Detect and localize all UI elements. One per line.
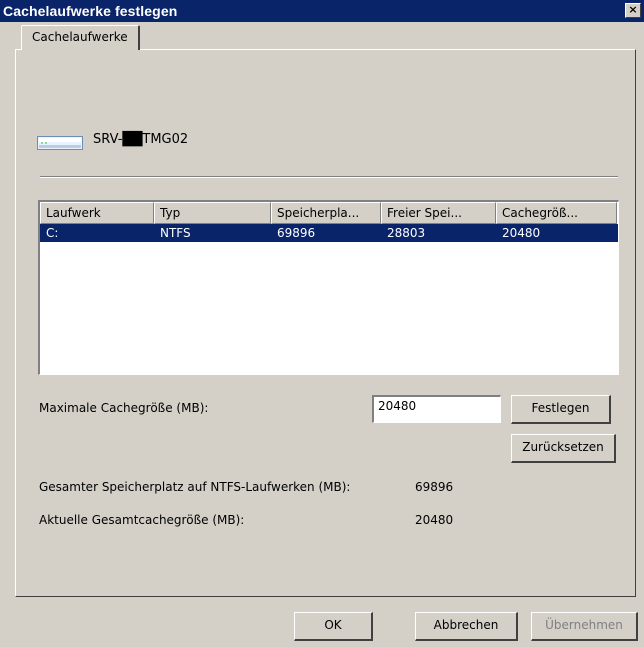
ok-button[interactable]: OK bbox=[294, 612, 373, 641]
window-title: Cachelaufwerke festlegen bbox=[3, 3, 178, 19]
column-header-cachegroesse[interactable]: Cachegröß... bbox=[496, 202, 617, 224]
column-header-laufwerk[interactable]: Laufwerk bbox=[40, 202, 154, 224]
tab-label: Cachelaufwerke bbox=[32, 30, 128, 44]
tab-cachelaufwerke[interactable]: Cachelaufwerke bbox=[21, 25, 140, 50]
cache-total-value: 20480 bbox=[415, 513, 454, 527]
set-button[interactable]: Festlegen bbox=[511, 395, 611, 424]
cell-cachegroesse: 20480 bbox=[502, 226, 541, 240]
server-name: SRV-██TMG02 bbox=[93, 132, 189, 147]
listview-header: Laufwerk Typ Speicherpla... Freier Spei.… bbox=[40, 202, 618, 224]
cancel-button[interactable]: Abbrechen bbox=[415, 612, 518, 641]
title-bar: Cachelaufwerke festlegen × bbox=[0, 0, 644, 22]
drives-listview[interactable]: Laufwerk Typ Speicherpla... Freier Spei.… bbox=[38, 200, 619, 375]
cell-laufwerk: C: bbox=[46, 226, 59, 240]
apply-button[interactable]: Übernehmen bbox=[531, 612, 638, 641]
table-row[interactable]: C: NTFS 69896 28803 20480 bbox=[40, 224, 618, 242]
separator bbox=[40, 176, 618, 178]
max-cache-label: Maximale Cachegröße (MB): bbox=[39, 401, 209, 415]
reset-button[interactable]: Zurücksetzen bbox=[511, 434, 616, 463]
max-cache-input[interactable]: 20480 bbox=[372, 395, 501, 423]
column-header-typ[interactable]: Typ bbox=[154, 202, 271, 224]
cell-speicherplatz: 69896 bbox=[277, 226, 316, 240]
ntfs-total-value: 69896 bbox=[415, 480, 454, 494]
server-icon bbox=[37, 136, 83, 150]
column-header-speicherplatz[interactable]: Speicherpla... bbox=[271, 202, 381, 224]
cell-typ: NTFS bbox=[160, 226, 191, 240]
close-icon: × bbox=[628, 3, 638, 16]
cell-freier-speicher: 28803 bbox=[387, 226, 426, 240]
cache-total-label: Aktuelle Gesamtcachegröße (MB): bbox=[39, 513, 245, 527]
column-header-freier-speicher[interactable]: Freier Spei... bbox=[381, 202, 496, 224]
close-button[interactable]: × bbox=[625, 3, 641, 18]
ntfs-total-label: Gesamter Speicherplatz auf NTFS-Laufwerk… bbox=[39, 480, 351, 494]
